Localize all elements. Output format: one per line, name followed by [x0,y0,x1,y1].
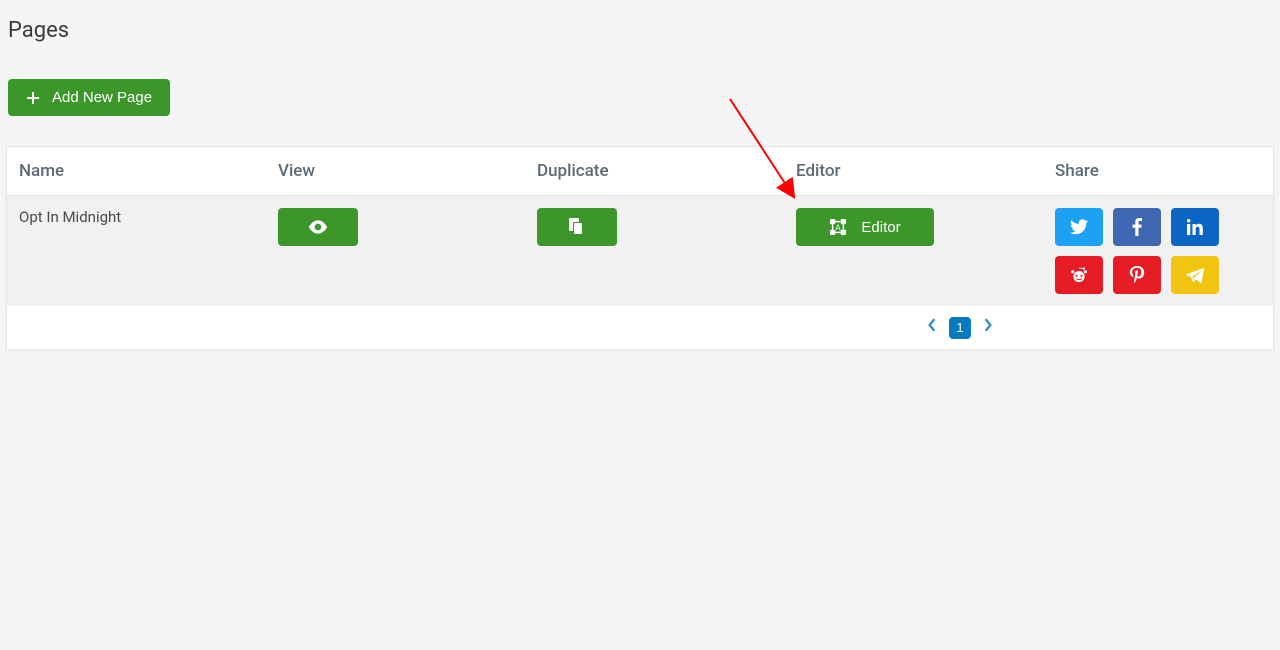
pages-table: Name View Duplicate Editor Share Opt In … [6,146,1274,350]
share-reddit-button[interactable] [1055,256,1103,294]
copy-icon [569,218,585,236]
telegram-icon [1186,267,1204,283]
pagination-page-1[interactable]: 1 [949,317,971,339]
svg-text:A: A [836,224,842,233]
vector-editor-icon: A [829,218,847,236]
add-new-page-label: Add New Page [52,89,152,106]
share-facebook-button[interactable] [1113,208,1161,246]
row-name: Opt In Midnight [7,196,266,307]
pagination: 1 [647,306,1273,349]
twitter-icon [1070,219,1088,235]
page-title: Pages [0,0,1280,51]
share-pinterest-button[interactable] [1113,256,1161,294]
share-buttons [1055,208,1261,294]
col-header-duplicate: Duplicate [525,147,784,196]
editor-button[interactable]: A Editor [796,208,934,246]
share-linkedin-button[interactable] [1171,208,1219,246]
share-twitter-button[interactable] [1055,208,1103,246]
editor-button-label: Editor [861,219,900,236]
eye-icon [308,220,328,234]
col-header-share: Share [1043,147,1273,196]
pinterest-icon [1129,266,1145,284]
view-button[interactable] [278,208,358,246]
pagination-prev[interactable] [923,316,941,339]
pagination-next[interactable] [979,316,997,339]
chevron-right-icon [983,318,993,332]
chevron-left-icon [927,318,937,332]
add-new-page-button[interactable]: Add New Page [8,79,170,116]
col-header-editor: Editor [784,147,1043,196]
share-telegram-button[interactable] [1171,256,1219,294]
col-header-view: View [266,147,525,196]
duplicate-button[interactable] [537,208,617,246]
plus-icon [26,91,40,105]
reddit-icon [1069,267,1089,283]
facebook-icon [1132,218,1142,236]
col-header-name: Name [7,147,266,196]
linkedin-icon [1187,219,1203,235]
table-row: Opt In Midnight [7,196,1273,307]
